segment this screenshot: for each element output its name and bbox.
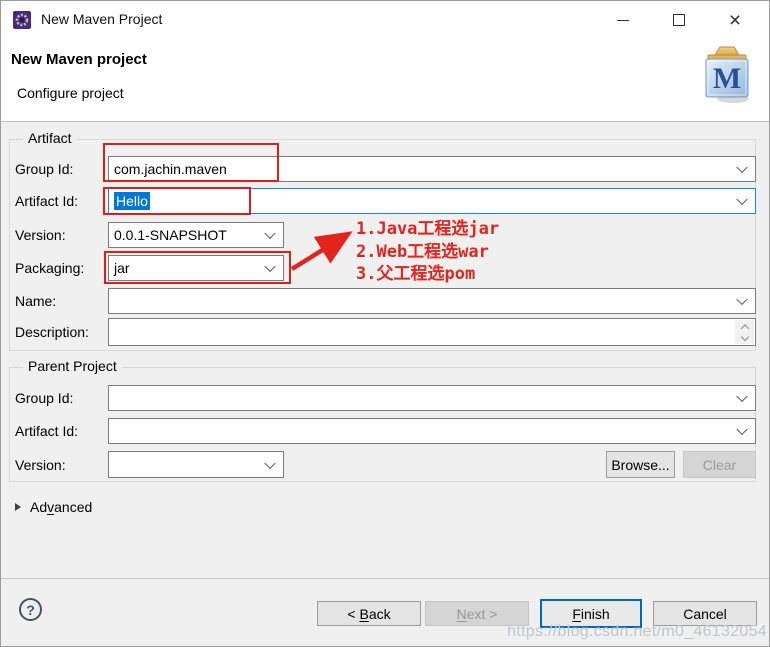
parent-artifact-id-combo[interactable] <box>108 418 756 444</box>
description-field[interactable] <box>108 318 756 346</box>
scroll-spinner[interactable] <box>735 320 754 344</box>
wizard-icon <box>13 11 31 29</box>
parent-group-id-combo[interactable] <box>108 385 756 411</box>
chevron-down-icon[interactable] <box>264 457 276 469</box>
minimize-icon <box>617 19 629 21</box>
annotation-line-3: 3.父工程选pom <box>356 264 476 284</box>
annotation-line-1: 1.Java工程选jar <box>356 219 500 239</box>
page-subtitle: Configure project <box>17 85 124 101</box>
chevron-down-icon <box>740 332 749 342</box>
finish-button[interactable]: Finish <box>540 599 642 628</box>
parent-project-legend: Parent Project <box>23 358 122 374</box>
titlebar: New Maven Project × <box>1 1 769 39</box>
minimize-button[interactable] <box>607 6 639 34</box>
parent-group-id-label: Group Id: <box>15 390 74 406</box>
browse-button[interactable]: Browse... <box>606 451 675 478</box>
artifact-id-combo[interactable]: Hello <box>108 188 756 214</box>
help-button[interactable]: ? <box>19 598 42 621</box>
close-icon: × <box>728 8 742 32</box>
packaging-combo[interactable]: jar <box>108 255 284 281</box>
chevron-down-icon[interactable] <box>736 193 748 206</box>
close-button[interactable]: × <box>719 6 751 34</box>
footer-divider <box>1 578 769 579</box>
artifact-id-label: Artifact Id: <box>15 193 79 209</box>
parent-version-combo[interactable] <box>108 451 284 478</box>
window-title: New Maven Project <box>41 11 163 27</box>
maximize-icon <box>673 14 685 26</box>
name-label: Name: <box>15 293 57 309</box>
clear-button: Clear <box>683 451 756 478</box>
group-id-label: Group Id: <box>15 161 74 177</box>
version-combo[interactable]: 0.0.1-SNAPSHOT <box>108 222 284 248</box>
wizard-banner: New Maven project Configure project M <box>1 39 769 122</box>
group-id-value: com.jachin.maven <box>114 161 227 177</box>
chevron-down-icon[interactable] <box>736 161 748 174</box>
maven-logo-icon: M <box>699 43 755 110</box>
group-id-combo[interactable]: com.jachin.maven <box>108 156 756 182</box>
artifact-legend: Artifact <box>23 130 77 146</box>
page-title: New Maven project <box>11 51 147 68</box>
triangle-right-icon <box>15 503 21 511</box>
artifact-id-value-selected: Hello <box>114 192 150 210</box>
chevron-down-icon[interactable] <box>264 227 276 240</box>
chevron-down-icon[interactable] <box>736 293 748 306</box>
version-label: Version: <box>15 227 66 243</box>
question-mark-icon: ? <box>26 601 35 618</box>
chevron-down-icon[interactable] <box>736 390 748 403</box>
new-maven-project-dialog: New Maven Project × New Maven project Co… <box>0 0 770 647</box>
cancel-button[interactable]: Cancel <box>653 601 757 626</box>
annotation-arrow <box>290 231 353 271</box>
next-button: Next > <box>425 601 529 626</box>
svg-text:M: M <box>713 62 741 95</box>
parent-version-label: Version: <box>15 457 66 473</box>
back-button[interactable]: < Back <box>317 601 421 626</box>
maximize-button[interactable] <box>663 6 695 34</box>
description-label: Description: <box>15 324 89 340</box>
name-combo[interactable] <box>108 288 756 314</box>
chevron-down-icon[interactable] <box>736 423 748 436</box>
packaging-label: Packaging: <box>15 260 85 276</box>
chevron-down-icon[interactable] <box>264 260 276 273</box>
parent-artifact-id-label: Artifact Id: <box>15 423 79 439</box>
advanced-expander[interactable]: Advanced <box>15 499 92 515</box>
advanced-label: Advanced <box>30 499 93 515</box>
packaging-value: jar <box>114 260 130 276</box>
version-value: 0.0.1-SNAPSHOT <box>114 227 227 243</box>
